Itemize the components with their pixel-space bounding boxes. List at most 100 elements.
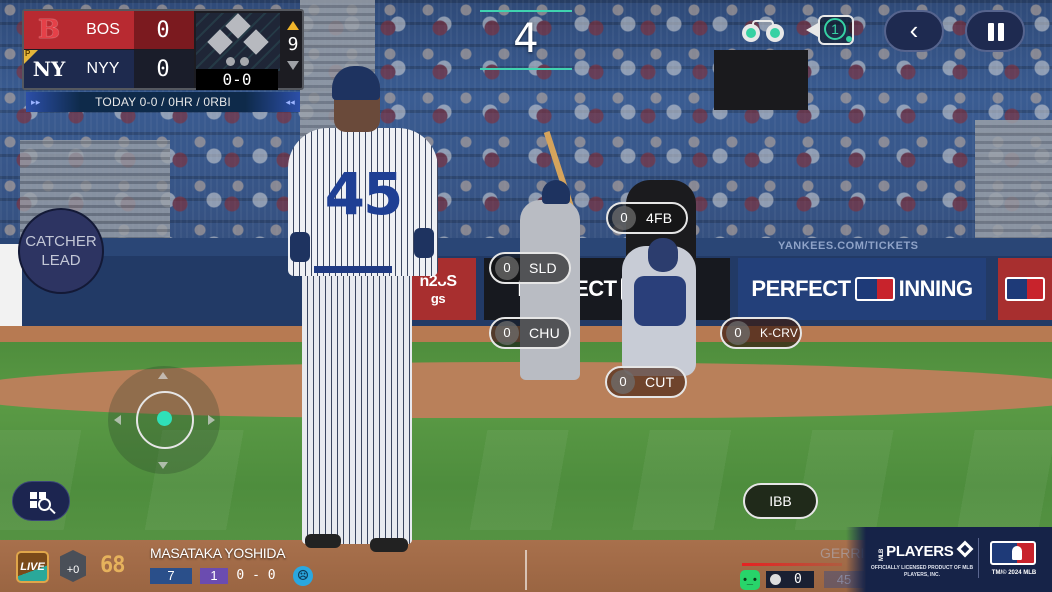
- divider: [978, 538, 979, 578]
- grid-square-icon: [30, 492, 37, 499]
- catcher-lead-button[interactable]: CATCHER LEAD: [18, 208, 104, 294]
- red-sox-logo-icon: B: [38, 15, 60, 45]
- pitcher-jersey-number: 45: [324, 160, 404, 228]
- batter-position-number: 1: [200, 568, 228, 584]
- binoculars-icon[interactable]: [742, 20, 786, 42]
- arrow-left-icon: [114, 415, 121, 425]
- camera-icon: [806, 23, 818, 37]
- mlb-logo-icon: [990, 541, 1036, 565]
- second-base-icon: [225, 13, 251, 39]
- ad-board-red: [998, 258, 1052, 320]
- home-score: 0: [156, 56, 170, 82]
- batter-overall-rating: 68: [100, 553, 125, 578]
- batting-order: 7: [150, 568, 192, 584]
- catcher-lead-label: CATCHER: [25, 233, 97, 250]
- away-score: 0: [156, 17, 170, 43]
- pitcher-arm: [290, 232, 310, 262]
- ball-strike-count: 0-0: [196, 69, 278, 90]
- pitch-count: 4: [480, 8, 572, 70]
- boost-badge: +0: [60, 550, 86, 582]
- inning-number: 9: [287, 34, 299, 55]
- arrow-up-icon: [158, 372, 168, 379]
- stadium-tunnel: [714, 50, 808, 110]
- inning-top-arrow-icon: [287, 21, 299, 30]
- scoreboard: B BOS 0 NY NYY 0 P 0-0 9 ▸▸ TODAY 0-0 / …: [22, 9, 304, 113]
- camera-view-number: 1: [824, 18, 846, 40]
- inning-indicator: 9: [282, 15, 304, 87]
- players-brand: PLAYERS: [886, 543, 954, 560]
- sad-face-icon: ☹: [293, 566, 313, 586]
- today-stats: TODAY 0-0 / 0HR / 0RBI: [95, 95, 231, 109]
- first-base-icon: [243, 29, 269, 55]
- baseball-icon: [770, 574, 781, 585]
- mlb-trademark-text: TM/© 2024 MLB: [991, 570, 1037, 576]
- intentional-walk-button[interactable]: IBB: [743, 483, 818, 519]
- scoreboard-panel: B BOS 0 NY NYY 0 P 0-0 9: [22, 9, 304, 90]
- pitch-usage-count: 0: [495, 321, 519, 345]
- diamond-icon: [956, 540, 974, 558]
- pitcher-pitch-tally: 0: [766, 571, 814, 588]
- pitch-label: CUT: [645, 374, 675, 390]
- scoreboard-home-row: NY NYY 0: [24, 50, 194, 88]
- mlb-prefix: MLB: [879, 548, 886, 562]
- pitch-label: SLD: [529, 260, 557, 276]
- live-card-badge: LIVE: [16, 551, 49, 583]
- pitcher-belt: [314, 266, 392, 273]
- binoculars-lens: [766, 24, 784, 42]
- neutral-face-icon: •_•: [740, 570, 760, 590]
- pitch-count-divider: [480, 10, 572, 12]
- pitch-button-k-crv[interactable]: 0 K-CRV: [720, 317, 802, 349]
- out-indicator-icon: [226, 57, 235, 66]
- grid-square-icon: [30, 501, 37, 508]
- out-indicator-icon: [240, 57, 249, 66]
- stadium-aisle: [975, 120, 1052, 240]
- pitch-usage-count: 0: [611, 370, 635, 394]
- pitcher-cap: [332, 66, 380, 100]
- pitch-count-divider: [480, 68, 572, 70]
- scout-analysis-button[interactable]: [12, 481, 70, 521]
- pitch-button-4fb[interactable]: 0 4FB: [606, 202, 688, 234]
- camera-active-dot: [846, 36, 852, 42]
- arrow-right-icon: [208, 415, 215, 425]
- inning-bottom-arrow-icon: [287, 61, 299, 70]
- joystick-handle[interactable]: [157, 411, 172, 426]
- pitcher-shoe: [305, 534, 341, 548]
- batter: [520, 200, 580, 380]
- batter-today-line: ▸▸ TODAY 0-0 / 0HR / 0RBI ◂◂: [26, 92, 300, 112]
- rubber-line: [525, 550, 527, 590]
- ad-board-blue: PERFECT INNING: [738, 258, 986, 320]
- pitch-button-sld[interactable]: 0 SLD: [489, 252, 571, 284]
- players-license-text: OFFICIALLY LICENSED PRODUCT OF MLB PLAYE…: [870, 565, 974, 578]
- arrows-icon: ▸▸: [31, 97, 41, 107]
- pitch-label: 4FB: [646, 210, 673, 226]
- back-button[interactable]: ‹: [884, 10, 944, 52]
- camera-view-button[interactable]: 1: [806, 15, 856, 45]
- pitching-team-flag-letter: P: [25, 49, 31, 58]
- pitch-button-chu[interactable]: 0 CHU: [489, 317, 571, 349]
- pitch-usage-count: 0: [726, 321, 750, 345]
- binoculars-lens: [742, 24, 760, 42]
- pitch-usage-count: 0: [495, 256, 519, 280]
- batter-helmet: [542, 180, 570, 204]
- ad-text: PERFECT: [751, 276, 851, 301]
- scoreboard-away-row: B BOS 0: [24, 11, 194, 49]
- base-diamond: [196, 13, 280, 71]
- pitch-label: K-CRV: [760, 326, 799, 340]
- mlb-logo-icon: [854, 277, 895, 301]
- arrow-down-icon: [158, 462, 168, 469]
- pitcher-stamina-bar: [742, 563, 842, 566]
- ad-text: gs: [430, 290, 446, 306]
- pause-button[interactable]: [965, 10, 1025, 52]
- ad-text: INNING: [898, 276, 974, 301]
- pitch-count-value: 4: [513, 16, 539, 62]
- pitch-button-cut[interactable]: 0 CUT: [605, 366, 687, 398]
- wall-ad-text: YANKEES.COM/TICKETS: [778, 240, 919, 252]
- pitcher-legs: [302, 272, 412, 544]
- pitch-usage-count: 0: [612, 206, 636, 230]
- pitch-location-joystick[interactable]: [108, 366, 220, 474]
- third-base-icon: [207, 29, 233, 55]
- pitch-tally-value: 0: [794, 572, 802, 587]
- mlb-players-logo: MLBPLAYERS: [876, 540, 974, 562]
- batter-name: MASATAKA YOSHIDA: [150, 545, 286, 561]
- home-team-abbr: NYY: [86, 60, 120, 77]
